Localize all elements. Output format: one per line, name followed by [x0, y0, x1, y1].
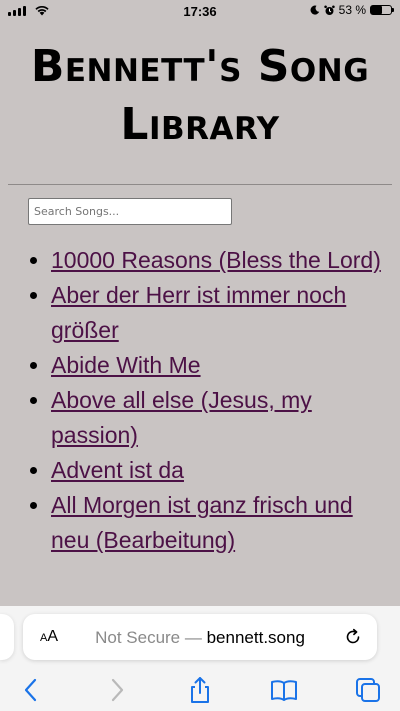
battery-level	[371, 6, 382, 14]
battery-icon	[370, 5, 394, 15]
song-list-item: All Morgen ist ganz frisch und neu (Bear…	[51, 488, 400, 558]
divider	[8, 184, 392, 185]
song-link[interactable]: All Morgen ist ganz frisch und neu (Bear…	[51, 492, 353, 553]
song-list: 10000 Reasons (Bless the Lord) Aber der H…	[0, 243, 400, 558]
book-icon[interactable]	[270, 676, 298, 704]
previous-tab-pill[interactable]	[0, 614, 14, 660]
song-list-item: Advent ist da	[51, 453, 400, 488]
song-link[interactable]: Aber der Herr ist immer noch größer	[51, 282, 346, 343]
status-bar: 17:36 53 %	[0, 0, 400, 24]
address-bar[interactable]: AA Not Secure — bennett.song	[23, 614, 377, 660]
chevron-right-icon[interactable]	[103, 676, 131, 704]
browser-toolbar	[0, 670, 400, 710]
tabs-icon[interactable]	[354, 676, 382, 704]
search-input[interactable]	[28, 198, 232, 225]
song-list-item: 10000 Reasons (Bless the Lord)	[51, 243, 400, 278]
song-link[interactable]: Advent ist da	[51, 457, 184, 483]
url-domain: bennett.song	[206, 628, 305, 647]
browser-bar: AA Not Secure — bennett.song	[0, 606, 400, 711]
song-link[interactable]: 10000 Reasons (Bless the Lord)	[51, 247, 381, 273]
chevron-left-icon[interactable]	[17, 676, 45, 704]
battery-percent: 53 %	[338, 3, 366, 17]
song-list-item: Above all else (Jesus, my passion)	[51, 383, 400, 453]
web-content: Bennett's Song Library 10000 Reasons (Bl…	[0, 24, 400, 606]
status-right: 53 %	[310, 3, 394, 17]
share-icon[interactable]	[186, 676, 214, 704]
song-list-item: Aber der Herr ist immer noch größer	[51, 278, 400, 348]
security-label: Not Secure —	[95, 628, 202, 647]
page-title: Bennett's Song Library	[30, 41, 370, 150]
song-link[interactable]: Above all else (Jesus, my passion)	[51, 387, 312, 448]
song-link[interactable]: Abide With Me	[51, 352, 201, 378]
reload-icon[interactable]	[343, 627, 363, 647]
alarm-icon	[323, 5, 335, 15]
url-text[interactable]: Not Secure — bennett.song	[23, 628, 377, 648]
moon-icon	[310, 5, 319, 15]
song-list-item: Abide With Me	[51, 348, 400, 383]
